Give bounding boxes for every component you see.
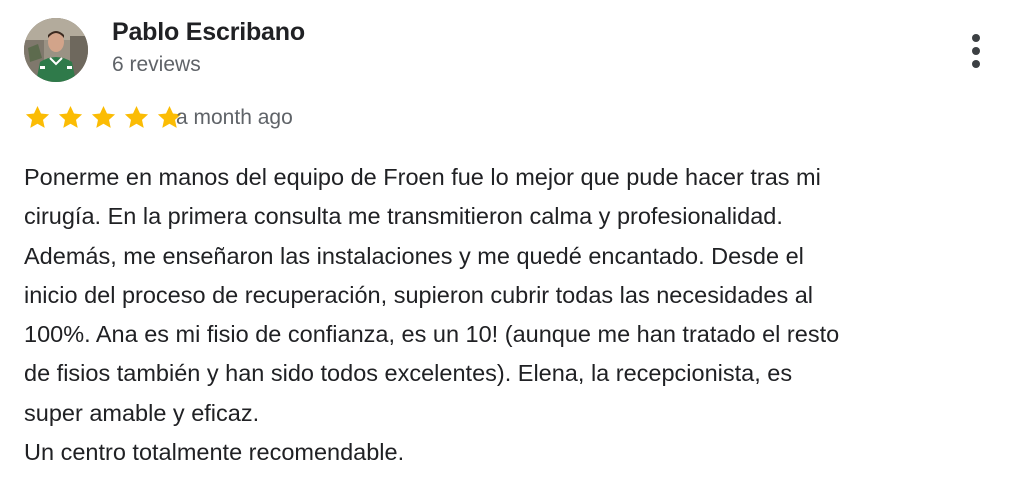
review-card: Pablo Escribano 6 reviews a month ago Po… (0, 0, 1024, 485)
author-review-count: 6 reviews (112, 53, 201, 76)
more-vert-icon (972, 34, 980, 42)
review-text-line: inicio del proceso de recuperación, supi… (24, 281, 814, 308)
review-text-line: Además, me enseñaron las instalaciones y… (24, 242, 804, 269)
review-text-line: Un centro totalmente recomendable. (24, 439, 405, 466)
review-text-line: 100%. Ana es mi fisio de confianza, es u… (24, 321, 840, 348)
avatar-photo (24, 18, 88, 82)
more-vert-icon (972, 60, 980, 68)
star-icon (124, 106, 149, 128)
review-text-line: Ponerme en manos del equipo de Froen fue… (24, 164, 821, 190)
star-icon (58, 106, 83, 128)
star-icon (25, 106, 50, 128)
more-vert-icon (972, 47, 980, 55)
star-icon (91, 106, 116, 128)
review-date: a month ago (176, 106, 293, 129)
review-text-line: cirugía. En la primera consulta me trans… (24, 203, 783, 230)
review-text-line: de fisios también y han sido todos excel… (24, 360, 793, 387)
review-text-line: super amable y eficaz. (24, 399, 260, 426)
author-avatar[interactable] (24, 18, 88, 82)
star-rating (24, 104, 189, 134)
author-name[interactable]: Pablo Escribano (112, 18, 305, 47)
more-options-button[interactable] (958, 28, 994, 72)
review-text: Ponerme en manos del equipo de Froen fue… (24, 158, 1014, 472)
